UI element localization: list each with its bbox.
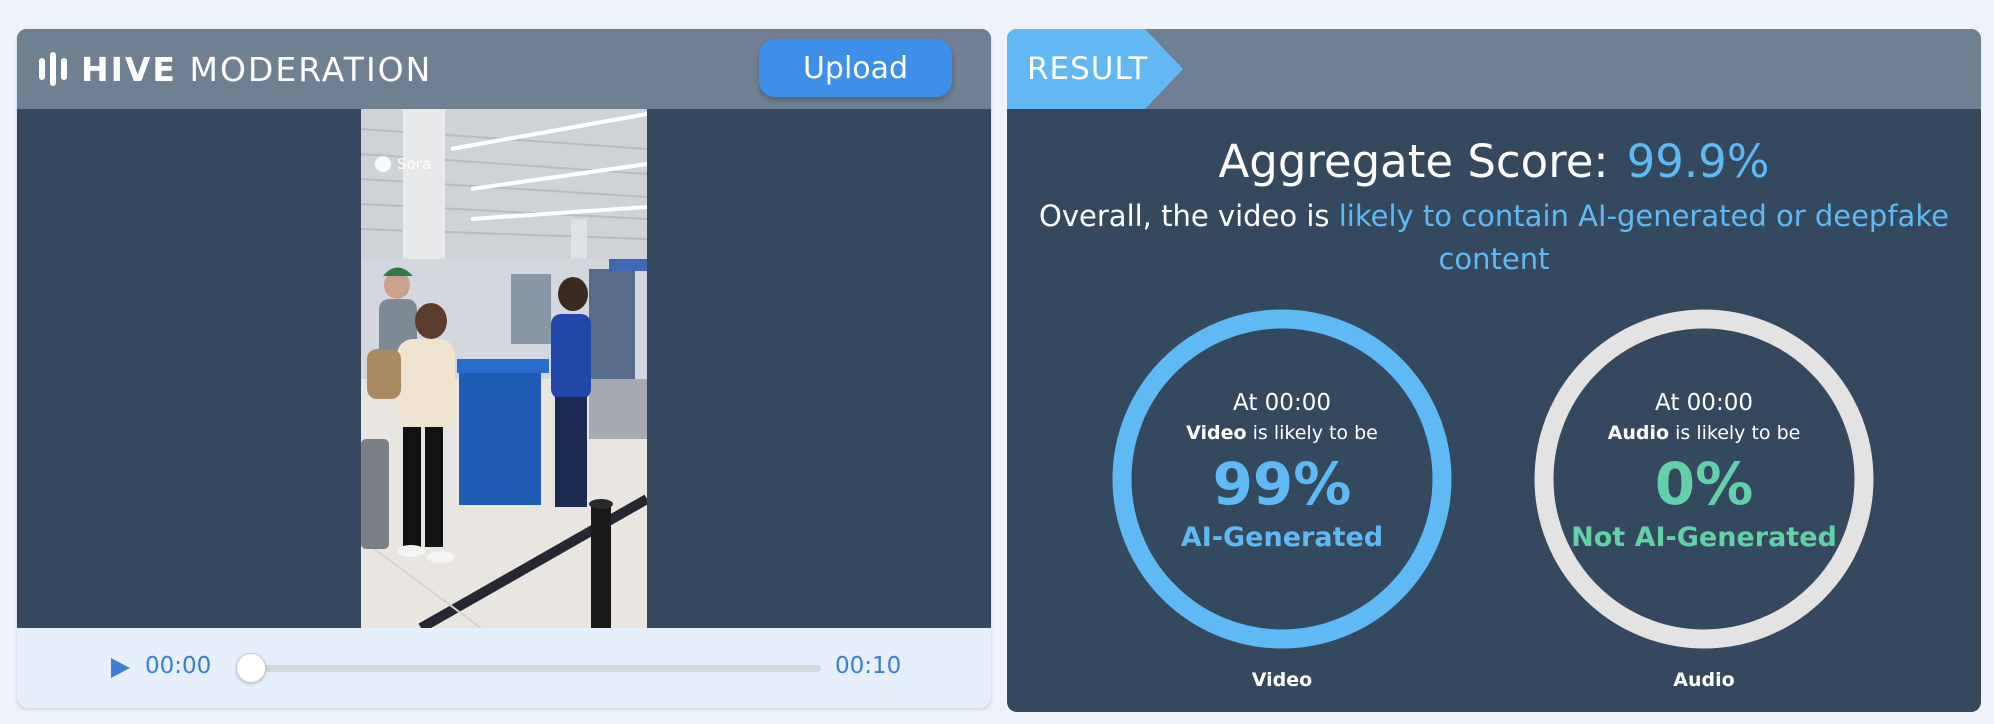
video-gauge-phrase: is likely to be xyxy=(1252,421,1378,444)
sora-logo-icon xyxy=(375,156,391,172)
hive-logo-icon xyxy=(39,52,67,86)
audio-gauge-caption: Audio xyxy=(1673,669,1735,691)
result-header: RESULT xyxy=(1007,29,1981,109)
current-time: 00:00 xyxy=(145,653,212,679)
seek-bar[interactable] xyxy=(253,665,821,672)
aggregate-value: 99.9% xyxy=(1626,135,1770,188)
brand-light-text: MODERATION xyxy=(189,49,433,89)
audio-gauge: At 00:00 Audio is likely to be 0% Not AI… xyxy=(1534,309,1874,649)
seek-handle[interactable] xyxy=(236,653,266,683)
total-time: 00:10 xyxy=(835,653,902,679)
brand-bold-text: HIVE xyxy=(81,49,177,89)
result-tab-label: RESULT xyxy=(1027,51,1149,87)
video-frame[interactable]: Sora xyxy=(361,109,647,628)
aggregate-score: Aggregate Score: 99.9% xyxy=(1007,135,1981,188)
video-gauge-verdict: AI-Generated xyxy=(1180,521,1384,553)
result-summary: Overall, the video is likely to contain … xyxy=(1037,195,1951,281)
video-viewport[interactable]: Sora xyxy=(17,109,991,628)
result-panel: RESULT Aggregate Score: 99.9% Overall, th… xyxy=(1007,29,1981,712)
sora-watermark-label: Sora xyxy=(397,155,432,173)
video-gauge-percent: 99% xyxy=(1212,449,1352,518)
panel-header: HIVE MODERATION Upload xyxy=(17,29,991,109)
sora-watermark: Sora xyxy=(375,155,431,173)
video-gauge-caption: Video xyxy=(1251,669,1313,691)
summary-prefix: Overall, the video is xyxy=(1039,199,1330,233)
video-frame-image xyxy=(361,109,647,628)
audio-gauge-percent: 0% xyxy=(1654,449,1754,518)
upload-button[interactable]: Upload xyxy=(759,39,952,97)
player-controls: 00:00 00:10 xyxy=(17,628,991,708)
video-gauge-subject: Video xyxy=(1186,421,1247,444)
video-panel: HIVE MODERATION Upload Sora 00:00 00:10 xyxy=(17,29,991,708)
audio-gauge-time: At 00:00 xyxy=(1655,389,1753,416)
audio-gauge-subject: Audio xyxy=(1607,421,1670,444)
video-gauge-time: At 00:00 xyxy=(1233,389,1331,416)
hive-logo: HIVE MODERATION xyxy=(39,49,432,89)
play-icon[interactable] xyxy=(109,657,131,679)
aggregate-label: Aggregate Score: xyxy=(1218,135,1609,188)
video-gauge: At 00:00 Video is likely to be 99% AI-Ge… xyxy=(1112,309,1452,649)
audio-gauge-verdict: Not AI-Generated xyxy=(1571,521,1837,553)
audio-gauge-phrase: is likely to be xyxy=(1675,421,1801,444)
summary-highlight: likely to contain AI-generated or deepfa… xyxy=(1338,199,1949,276)
